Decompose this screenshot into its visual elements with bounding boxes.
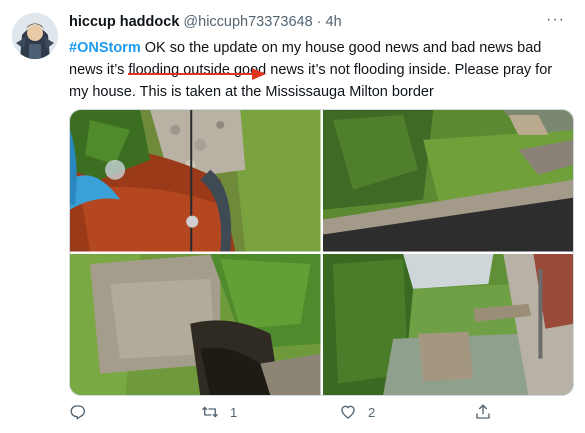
action-bar: 1 2 [69,400,572,428]
photo-2[interactable] [322,110,573,252]
separator-dot: · [316,14,322,30]
heart-icon [341,405,355,419]
retweet-button[interactable]: 1 [201,403,237,421]
photo-flooded-yard [322,253,573,395]
tweet-text: #ONStorm OK so the update on my house go… [69,37,569,103]
user-handle[interactable]: @hiccuph73373648 [183,14,312,30]
retweet-icon [202,406,218,418]
share-icon [476,404,490,419]
share-button[interactable] [474,403,492,421]
more-options-icon[interactable]: ··· [546,11,565,29]
hashtag-link[interactable]: #ONStorm [69,40,141,56]
annotation-underline [128,73,258,75]
photo-1[interactable] [70,110,321,252]
photo-4[interactable] [322,253,573,395]
avatar-image [12,13,58,59]
retweet-count: 1 [230,404,238,420]
photo-lawn-driveway [322,110,573,252]
photo-patio-ferns [70,253,321,395]
tweet-card[interactable]: hiccup haddock @hiccuph73373648 · 4h ···… [0,0,585,433]
photo-garden-bed [70,110,321,252]
tweet-header: hiccup haddock @hiccuph73373648 · 4h ··· [69,11,565,34]
like-count: 2 [368,404,376,420]
reply-icon [70,405,85,420]
annotation-arrow-icon [252,68,266,80]
media-grid [69,109,574,396]
timestamp[interactable]: 4h [326,14,342,30]
reply-button[interactable] [69,403,87,421]
tweet-body: OK so the update on my house good news a… [69,40,553,100]
like-button[interactable]: 2 [339,403,375,421]
photo-3[interactable] [70,253,321,395]
display-name[interactable]: hiccup haddock [69,14,179,30]
avatar[interactable] [12,13,58,59]
